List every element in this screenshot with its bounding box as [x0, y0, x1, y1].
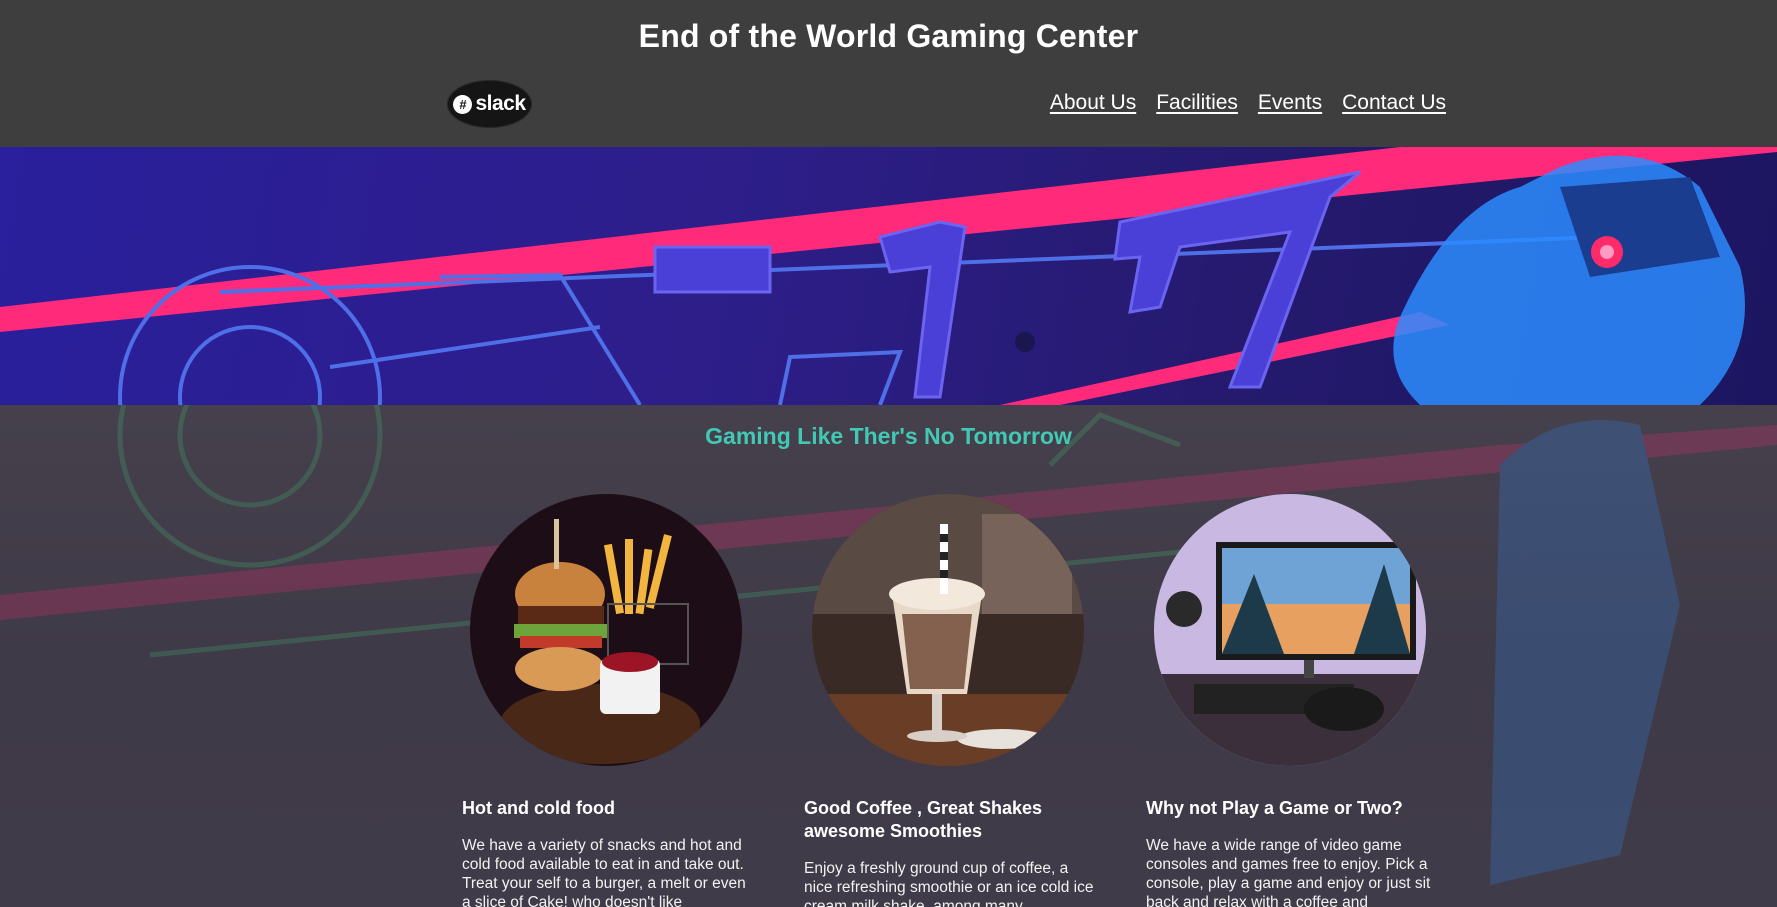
card-food: Hot and cold food We have a variety of s…	[462, 494, 758, 907]
card-text: We have a variety of snacks and hot and …	[462, 837, 746, 907]
neon-arcade-joystick-image	[0, 147, 1777, 405]
nav-about-us[interactable]: About Us	[1050, 91, 1136, 115]
card-title: Good Coffee , Great Shakes awesome Smoot…	[804, 798, 1043, 841]
hero-banner	[0, 147, 1777, 405]
slack-hash-icon: #	[453, 94, 473, 114]
milkshake-photo	[812, 494, 1084, 766]
burger-and-fries-photo	[470, 494, 742, 766]
card-games: Why not Play a Game or Two? We have a wi…	[1146, 494, 1442, 907]
gaming-desk-setup-photo	[1154, 494, 1426, 766]
main-section: Gaming Like Ther's No Tomorrow Hot and c…	[0, 405, 1777, 907]
main-nav: About Us Facilities Events Contact Us	[1050, 91, 1446, 115]
nav-facilities[interactable]: Facilities	[1156, 91, 1238, 115]
tagline: Gaming Like Ther's No Tomorrow	[705, 423, 1072, 449]
nav-events[interactable]: Events	[1258, 91, 1322, 115]
site-header: End of the World Gaming Center # slack A…	[0, 0, 1777, 147]
slack-logo[interactable]: # slack	[447, 80, 532, 128]
site-title: End of the World Gaming Center	[638, 18, 1139, 54]
card-text: Enjoy a freshly ground cup of coffee, a …	[804, 860, 1094, 907]
nav-contact-us[interactable]: Contact Us	[1342, 91, 1446, 115]
card-title: Why not Play a Game or Two?	[1146, 798, 1403, 818]
card-text: We have a wide range of video game conso…	[1146, 837, 1431, 907]
logo-text: slack	[475, 92, 526, 115]
card-drinks: Good Coffee , Great Shakes awesome Smoot…	[804, 494, 1100, 907]
card-title: Hot and cold food	[462, 798, 615, 818]
